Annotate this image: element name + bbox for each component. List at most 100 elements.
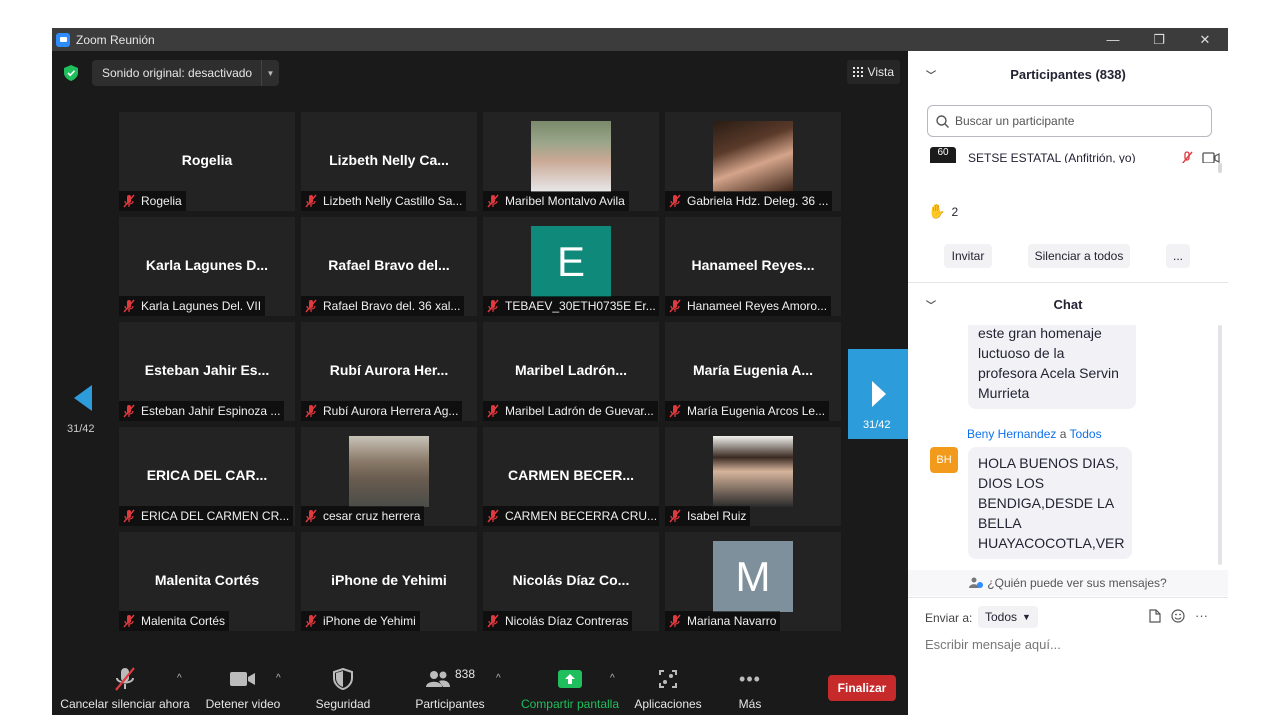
- chat-more-icon[interactable]: ···: [1195, 608, 1208, 623]
- participant-display-name: Rubí Aurora Her...: [329, 362, 449, 378]
- participant-avatar: M: [713, 541, 793, 612]
- participant-tile[interactable]: Gabriela Hdz. Deleg. 36 ...: [665, 112, 841, 211]
- original-sound-button[interactable]: Sonido original: desactivado ▼: [92, 60, 279, 86]
- search-placeholder: Buscar un participante: [955, 114, 1075, 128]
- participant-name: cesar cruz herrera: [323, 509, 421, 523]
- microphone-muted-icon: [115, 667, 135, 691]
- invite-button[interactable]: Invitar: [944, 244, 992, 268]
- participant-tile[interactable]: Rogelia Rogelia: [119, 112, 295, 211]
- raised-hands-count: 2: [951, 204, 959, 219]
- participant-tile[interactable]: cesar cruz herrera: [301, 427, 477, 526]
- participant-tile[interactable]: Isabel Ruiz: [665, 427, 841, 526]
- participant-tile[interactable]: Hanameel Reyes... Hanameel Reyes Amoro...: [665, 217, 841, 316]
- share-screen-button[interactable]: Compartir pantalla: [518, 665, 622, 711]
- chevron-down-icon[interactable]: ▼: [261, 60, 279, 86]
- participant-name: CARMEN BECERRA CRU...: [505, 509, 658, 523]
- end-meeting-button[interactable]: Finalizar: [828, 675, 896, 701]
- mic-muted-icon: [305, 299, 317, 313]
- participant-search-input[interactable]: Buscar un participante: [927, 105, 1212, 137]
- collapse-chat-chevron-icon[interactable]: ﹀: [926, 297, 936, 312]
- view-button[interactable]: Vista: [846, 60, 900, 84]
- who-can-see-label: ¿Quién puede ver sus mensajes?: [987, 576, 1167, 590]
- participant-display-name: Malenita Cortés: [154, 572, 260, 588]
- host-avatar: 60: [930, 147, 956, 163]
- participant-name: Maribel Montalvo Avila: [505, 194, 625, 208]
- security-button[interactable]: Seguridad: [308, 665, 378, 711]
- sender-to-word: a: [1059, 427, 1067, 441]
- participant-video: [713, 436, 793, 507]
- page-indicator-left: 31/42: [67, 423, 95, 435]
- more-button[interactable]: ••• Más: [728, 665, 772, 712]
- encryption-shield-icon[interactable]: [64, 65, 78, 81]
- collapse-participants-chevron-icon[interactable]: ﹀: [926, 67, 936, 82]
- participant-tile[interactable]: Lizbeth Nelly Ca... Lizbeth Nelly Castill…: [301, 112, 477, 211]
- mic-muted-icon: [123, 299, 135, 313]
- participant-display-name: Rogelia: [181, 152, 233, 168]
- participant-name-label: Isabel Ruiz: [665, 506, 751, 526]
- participant-display-name: Karla Lagunes D...: [145, 257, 269, 273]
- participant-tile[interactable]: CARMEN BECER... CARMEN BECERRA CRU...: [483, 427, 659, 526]
- participant-name: ERICA DEL CARMEN CR...: [141, 509, 290, 523]
- share-options-chevron-icon[interactable]: ^: [610, 673, 615, 684]
- participant-tile[interactable]: Esteban Jahir Es... Esteban Jahir Espinoz…: [119, 322, 295, 421]
- participant-tile[interactable]: Maribel Montalvo Avila: [483, 112, 659, 211]
- chat-sender: Beny Hernandez a Todos: [967, 427, 1102, 441]
- chat-scrollbar[interactable]: [1218, 325, 1222, 565]
- participant-tile[interactable]: Nicolás Díaz Co... Nicolás Díaz Contreras: [483, 532, 659, 631]
- participants-more-button[interactable]: ...: [1166, 244, 1190, 268]
- share-screen-label: Compartir pantalla: [520, 697, 620, 711]
- zoom-window: Zoom Reunión — ❐ ✕ Sonido original: desa…: [52, 28, 1228, 715]
- participants-scrollbar[interactable]: [1218, 163, 1222, 173]
- mute-all-button[interactable]: Silenciar a todos: [1028, 244, 1130, 268]
- apps-button[interactable]: Aplicaciones: [632, 665, 704, 711]
- minimize-button[interactable]: —: [1090, 28, 1136, 51]
- participant-tile[interactable]: Rafael Bravo del... Rafael Bravo del. 36 …: [301, 217, 477, 316]
- participant-video: [713, 121, 793, 192]
- participant-name-label: Malenita Cortés: [119, 611, 230, 631]
- security-label: Seguridad: [315, 697, 371, 711]
- participant-tile[interactable]: M Mariana Navarro: [665, 532, 841, 631]
- meeting-toolbar: Cancelar silenciar ahora ^ Detener video…: [52, 661, 908, 715]
- participant-tile[interactable]: Karla Lagunes D... Karla Lagunes Del. VII: [119, 217, 295, 316]
- stop-video-button[interactable]: Detener video: [202, 665, 284, 711]
- emoji-icon[interactable]: [1171, 608, 1185, 623]
- participant-tile[interactable]: iPhone de Yehimi iPhone de Yehimi: [301, 532, 477, 631]
- participant-name-label: Karla Lagunes Del. VII: [119, 296, 266, 316]
- participants-button[interactable]: 838 Participantes: [410, 665, 490, 711]
- chevron-down-icon: ▼: [1022, 612, 1031, 622]
- participant-tile[interactable]: María Eugenia A... María Eugenia Arcos Le…: [665, 322, 841, 421]
- participant-name-label: Gabriela Hdz. Deleg. 36 ...: [665, 191, 833, 211]
- host-mic-muted-icon[interactable]: [1180, 151, 1194, 163]
- mic-muted-icon: [305, 614, 317, 628]
- sender-recipient[interactable]: Todos: [1070, 427, 1102, 441]
- participant-name-label: Lizbeth Nelly Castillo Sa...: [301, 191, 467, 211]
- participant-tile[interactable]: Malenita Cortés Malenita Cortés: [119, 532, 295, 631]
- close-button[interactable]: ✕: [1182, 28, 1228, 51]
- next-page-arrow-icon: [872, 381, 886, 407]
- recipient-dropdown[interactable]: Todos ▼: [978, 606, 1038, 628]
- participant-tile[interactable]: Maribel Ladrón... Maribel Ladrón de Gueva…: [483, 322, 659, 421]
- participants-options-chevron-icon[interactable]: ^: [496, 673, 501, 684]
- participant-row-host[interactable]: 60 SETSE ESTATAL (Anfitrión, yo): [930, 147, 1220, 163]
- mic-muted-icon: [487, 299, 499, 313]
- mic-muted-icon: [669, 614, 681, 628]
- participants-icon: [425, 671, 450, 687]
- who-can-see-messages[interactable]: ¿Quién puede ver sus mensajes?: [908, 570, 1228, 596]
- chat-message-input[interactable]: Escribir mensaje aquí...: [925, 637, 1061, 652]
- participant-tile[interactable]: E TEBAEV_30ETH0735E Er...: [483, 217, 659, 316]
- participant-display-name: Hanameel Reyes...: [691, 257, 815, 273]
- participant-name-label: iPhone de Yehimi: [301, 611, 420, 631]
- video-options-chevron-icon[interactable]: ^: [276, 673, 281, 684]
- sender-name[interactable]: Beny Hernandez: [967, 427, 1056, 441]
- participant-tile[interactable]: Rubí Aurora Her... Rubí Aurora Herrera Ag…: [301, 322, 477, 421]
- unmute-button[interactable]: Cancelar silenciar ahora: [60, 665, 190, 711]
- restore-button[interactable]: ❐: [1136, 28, 1182, 51]
- participant-name: Mariana Navarro: [687, 614, 777, 628]
- host-video-icon[interactable]: [1202, 151, 1220, 163]
- participant-tile[interactable]: ERICA DEL CAR... ERICA DEL CARMEN CR...: [119, 427, 295, 526]
- host-name: SETSE ESTATAL (Anfitrión, yo): [968, 151, 1136, 163]
- file-icon[interactable]: [1149, 608, 1161, 623]
- next-page-button[interactable]: 31/42: [848, 349, 908, 439]
- audio-options-chevron-icon[interactable]: ^: [177, 673, 182, 684]
- participant-name: Malenita Cortés: [141, 614, 226, 628]
